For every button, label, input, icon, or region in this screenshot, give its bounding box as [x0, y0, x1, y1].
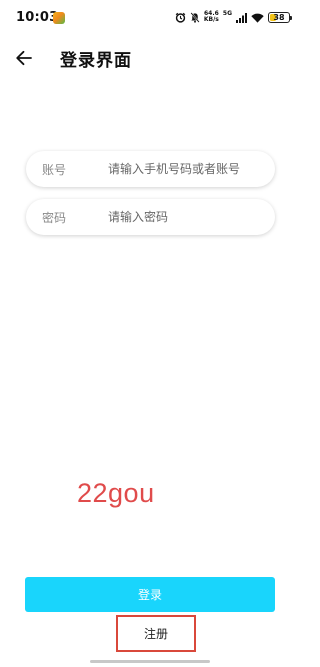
arrow-left-icon — [16, 50, 32, 66]
network-speed-unit: KB/s — [203, 16, 219, 23]
status-bar: 10:03 64.6 KB/s 5G 38 — [0, 0, 300, 34]
battery-tip — [290, 15, 292, 20]
account-field[interactable]: 账号 — [26, 151, 275, 187]
mute-icon — [190, 8, 200, 27]
login-button[interactable]: 登录 — [25, 577, 275, 612]
battery-level: 38 — [273, 12, 285, 22]
alarm-icon — [175, 8, 186, 27]
register-button[interactable]: 注册 — [116, 615, 196, 652]
back-button[interactable] — [10, 44, 38, 72]
signal-icon — [236, 8, 247, 27]
page-title: 登录界面 — [60, 51, 132, 71]
home-indicator[interactable] — [90, 660, 210, 663]
network-speed: 64.6 KB/s — [204, 11, 219, 23]
account-input[interactable] — [108, 151, 265, 187]
login-screen: 10:03 64.6 KB/s 5G 38 登录界面 账号 请输入手机号码或者账… — [0, 0, 300, 667]
account-label: 账号 — [42, 162, 67, 177]
wifi-icon — [251, 8, 264, 27]
app-header: 登录界面 — [0, 38, 300, 78]
status-icons: 64.6 KB/s 5G 38 — [175, 8, 292, 27]
password-input[interactable] — [108, 199, 265, 235]
battery-icon: 38 — [268, 11, 292, 23]
watermark-text: 22gou — [77, 478, 155, 508]
password-field[interactable]: 密码 — [26, 199, 275, 235]
app-notification-icon — [53, 12, 65, 24]
network-type: 5G — [222, 9, 232, 17]
password-label: 密码 — [42, 210, 67, 225]
